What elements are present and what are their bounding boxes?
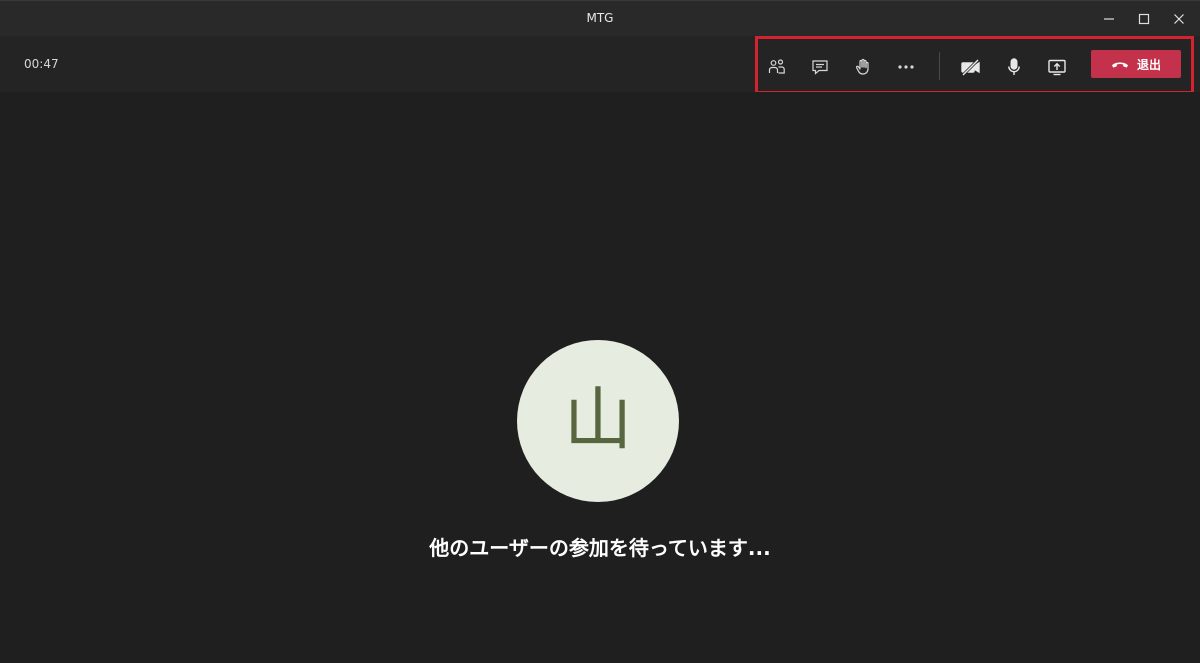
avatar-initial: 山 <box>563 381 632 460</box>
share-screen-icon <box>1048 59 1066 76</box>
window-title: MTG <box>586 11 614 25</box>
call-controls-highlight: 退出 <box>755 36 1194 94</box>
meeting-stage: 山 他のユーザーの参加を待っています... <box>0 92 1200 663</box>
raise-hand-button[interactable] <box>847 51 879 83</box>
avatar: 山 <box>517 340 679 502</box>
microphone-icon <box>1008 58 1020 75</box>
participants-icon <box>768 59 785 74</box>
more-options-icon <box>898 65 914 69</box>
minimize-icon <box>1104 18 1114 20</box>
maximize-button[interactable] <box>1126 1 1162 37</box>
raise-hand-icon <box>855 58 869 75</box>
call-timer: 00:47 <box>24 57 59 71</box>
waiting-message: 他のユーザーの参加を待っています... <box>429 536 771 560</box>
title-bar: MTG <box>0 0 1200 36</box>
microphone-button[interactable] <box>998 51 1030 83</box>
leave-button[interactable]: 退出 <box>1091 50 1181 78</box>
chat-icon <box>812 60 828 75</box>
hang-up-icon <box>1111 62 1128 68</box>
share-screen-button[interactable] <box>1041 51 1073 83</box>
close-icon <box>1174 14 1184 24</box>
more-options-button[interactable] <box>890 51 922 83</box>
minimize-button[interactable] <box>1091 1 1127 37</box>
participants-button[interactable] <box>761 51 793 83</box>
toolbar-separator <box>939 52 940 80</box>
meeting-window: MTG 00:47 退出 山 他のユーザーの参加を待っています... <box>0 0 1200 663</box>
camera-off-icon <box>961 58 980 77</box>
close-button[interactable] <box>1161 1 1197 37</box>
leave-label: 退出 <box>1136 57 1161 72</box>
chat-button[interactable] <box>804 51 836 83</box>
maximize-icon <box>1138 13 1150 25</box>
meeting-toolbar: 00:47 退出 <box>0 36 1200 94</box>
camera-toggle-button[interactable] <box>955 51 987 83</box>
